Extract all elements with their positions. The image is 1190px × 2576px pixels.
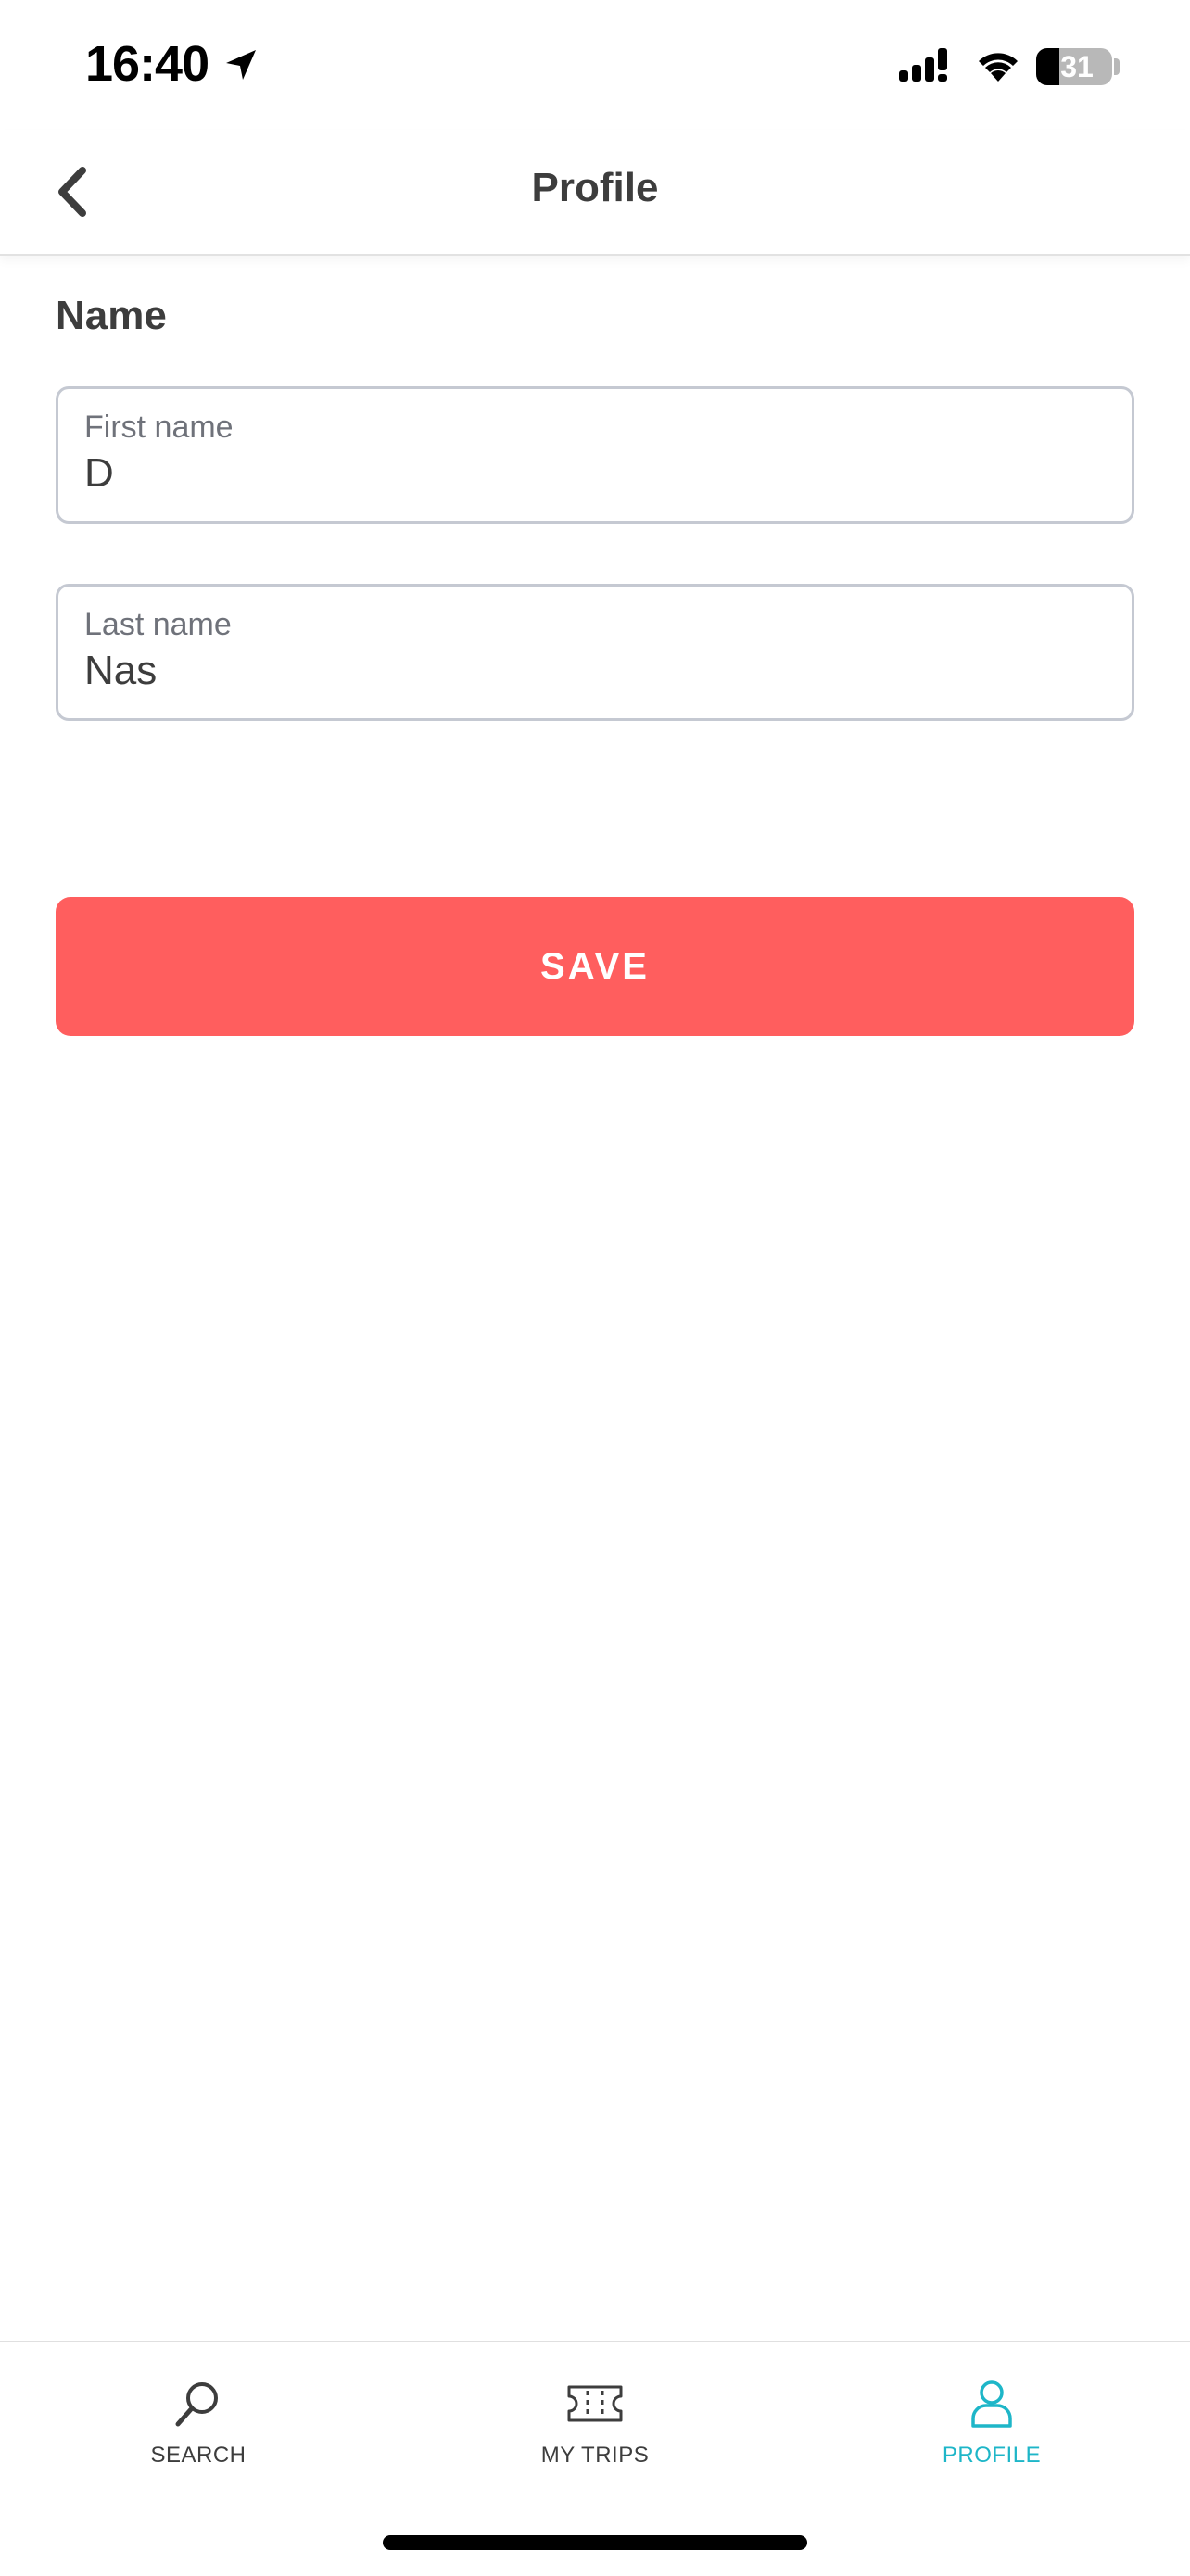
battery-level: 31 bbox=[1060, 50, 1094, 83]
battery-icon: 31 bbox=[1036, 48, 1112, 85]
page-title: Profile bbox=[531, 165, 659, 210]
tab-my-trips-label: MY TRIPS bbox=[540, 2443, 650, 2468]
first-name-field[interactable]: First name bbox=[56, 386, 1134, 524]
status-time: 16:40 bbox=[85, 36, 209, 92]
last-name-field[interactable]: Last name bbox=[56, 584, 1134, 721]
nav-header: Profile bbox=[0, 130, 1190, 256]
first-name-input[interactable] bbox=[84, 450, 1104, 497]
search-icon bbox=[175, 2382, 218, 2427]
section-title-name: Name bbox=[56, 293, 167, 338]
battery-cap bbox=[1114, 58, 1120, 75]
save-button[interactable]: SAVE bbox=[56, 897, 1134, 1036]
tab-profile[interactable]: PROFILE bbox=[793, 2342, 1190, 2491]
tab-search[interactable]: SEARCH bbox=[0, 2342, 397, 2491]
tab-my-trips[interactable]: MY TRIPS bbox=[397, 2342, 793, 2491]
tab-search-label: SEARCH bbox=[150, 2443, 247, 2468]
last-name-input[interactable] bbox=[84, 648, 1104, 694]
first-name-label: First name bbox=[84, 410, 234, 445]
tab-profile-label: PROFILE bbox=[942, 2443, 1042, 2468]
wifi-icon bbox=[979, 53, 1018, 82]
location-arrow-icon bbox=[226, 50, 256, 80]
home-indicator bbox=[383, 2535, 807, 2550]
person-icon bbox=[971, 2380, 1012, 2428]
last-name-label: Last name bbox=[84, 607, 232, 642]
ticket-icon bbox=[567, 2385, 623, 2422]
signal-icon bbox=[899, 48, 947, 82]
status-bar: 16:40 31 bbox=[0, 0, 1190, 130]
